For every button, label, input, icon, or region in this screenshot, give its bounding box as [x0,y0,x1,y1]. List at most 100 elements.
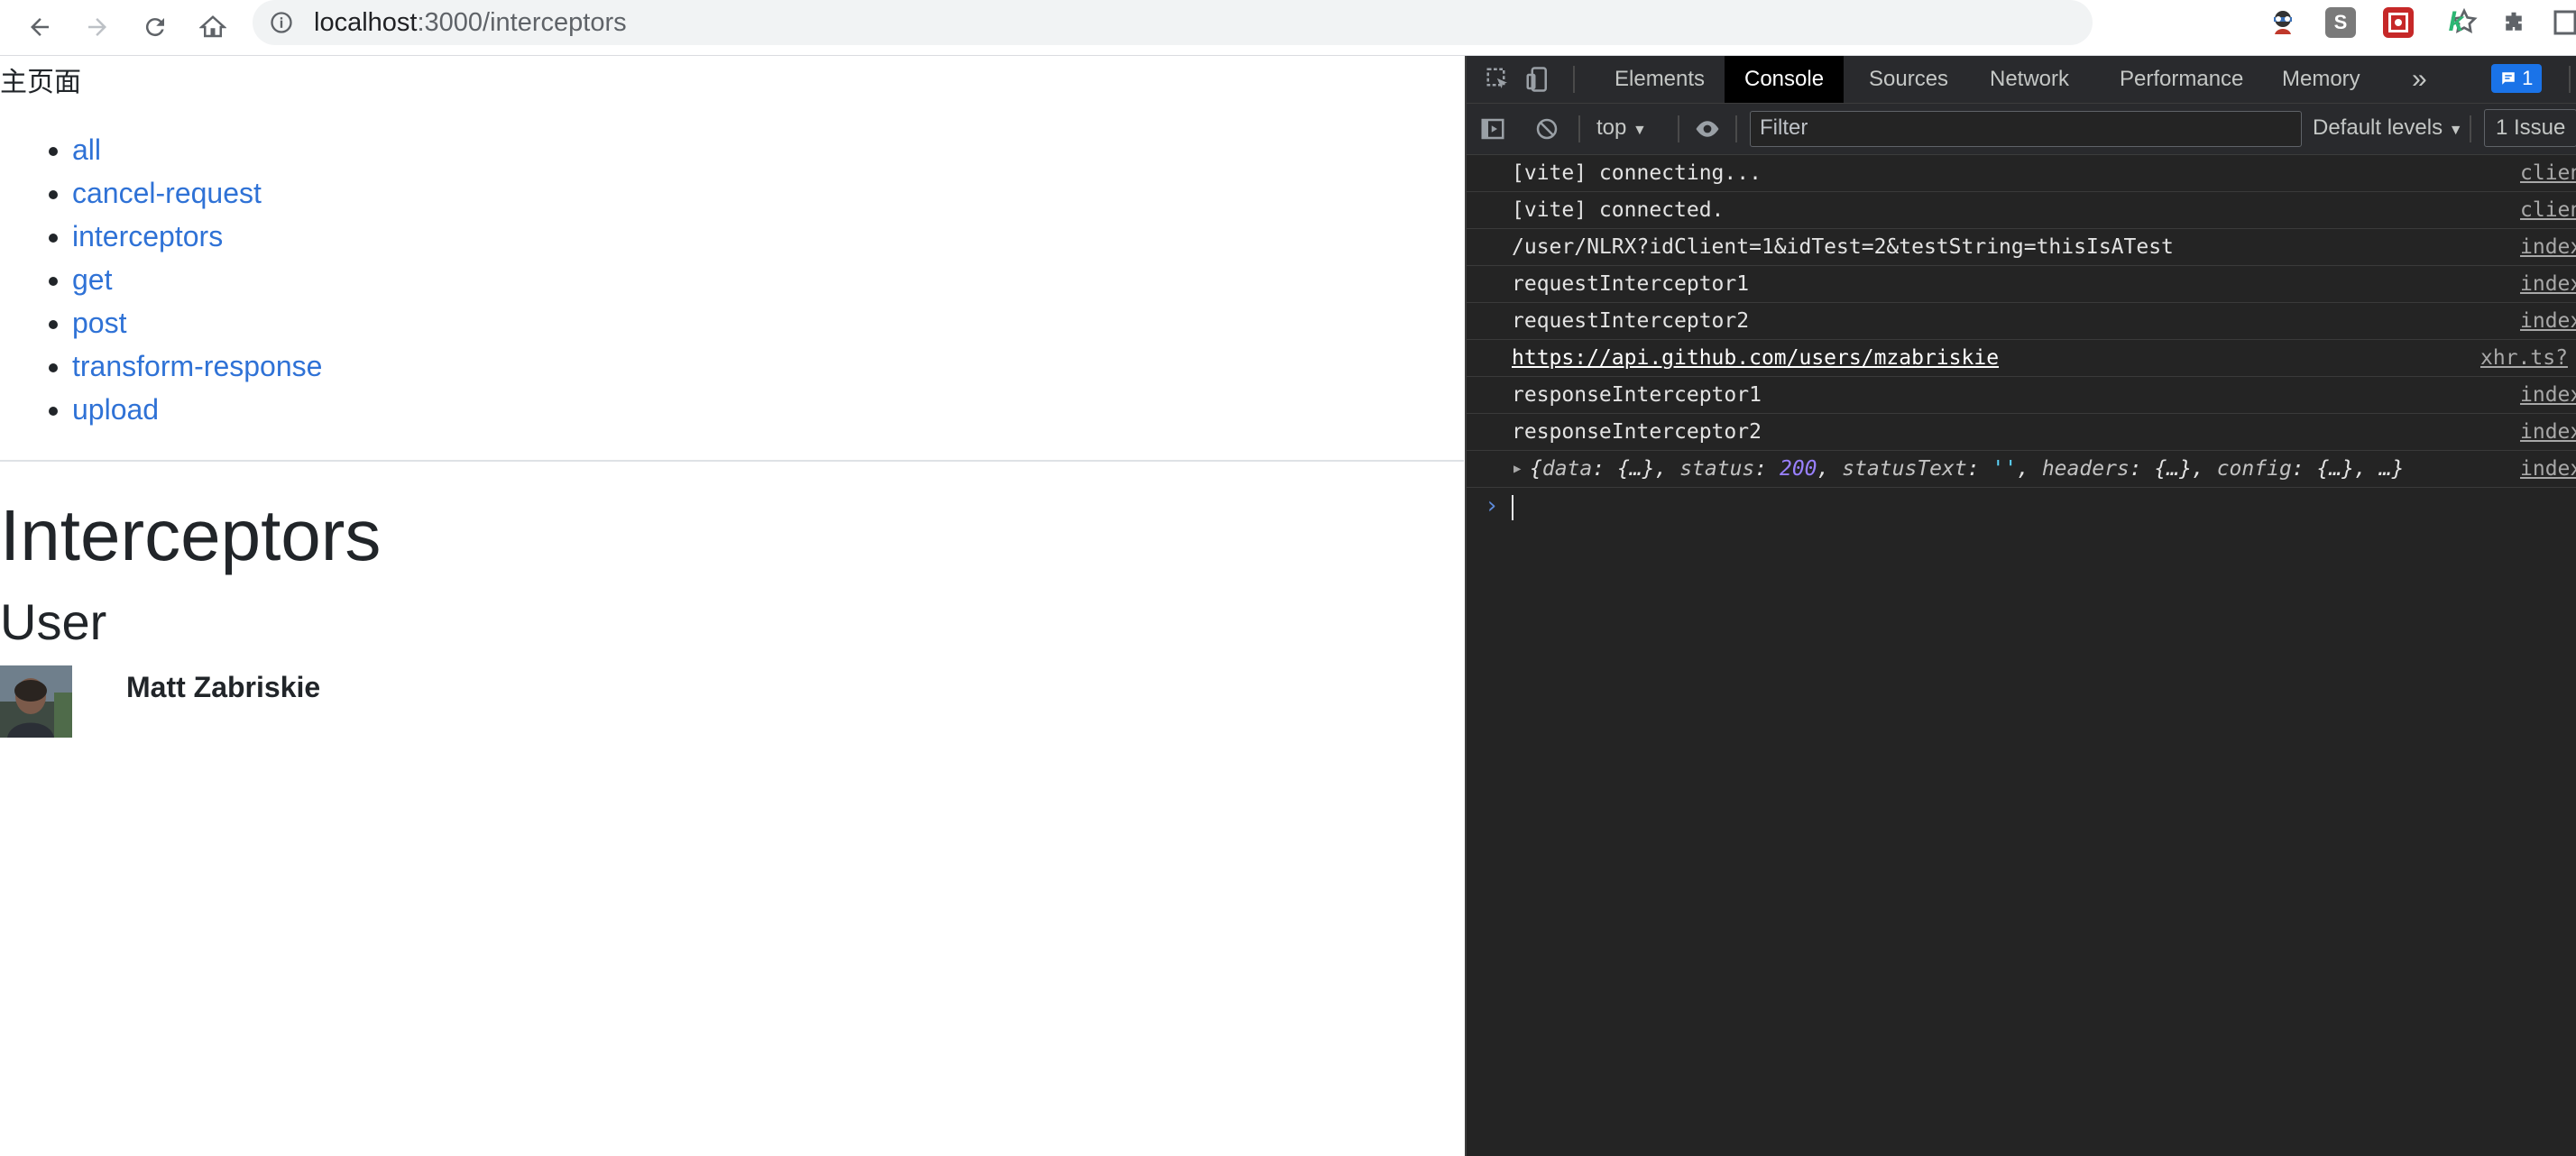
context-label: top [1596,115,1627,140]
log-source-link[interactable]: clien [2520,198,2576,222]
log-source-link[interactable]: index [2520,420,2576,444]
log-message: /user/NLRX?idClient=1&idTest=2&testStrin… [1512,235,2174,259]
side-panel-icon[interactable] [2553,7,2576,38]
tab-performance[interactable]: Performance [2100,56,2263,103]
nav-item-get: get [72,258,322,301]
log-levels-label: Default levels [2313,115,2443,140]
url-host: localhost [314,8,418,37]
object-preview[interactable]: {data: {…}, status: 200, statusText: '',… [1530,457,2404,481]
nav-link-upload[interactable]: upload [72,393,159,426]
tab-network[interactable]: Network [1970,56,2089,103]
tab-sources[interactable]: Sources [1849,56,1968,103]
messages-count: 1 [2522,67,2534,89]
tab-console[interactable]: Console [1725,56,1845,103]
console-log-row: responseInterceptor2 index [1467,414,2576,451]
extension-spy-icon[interactable] [2268,7,2298,38]
console-object-row[interactable]: ▶ {data: {…}, status: 200, statusText: '… [1467,451,2576,488]
arrow-right-icon [88,18,106,36]
tab-elements[interactable]: Elements [1595,56,1725,103]
log-source-link[interactable]: index [2520,383,2576,407]
nav-link-transform-response[interactable]: transform-response [72,350,322,382]
device-toolbar-icon[interactable] [1524,66,1551,93]
browser-toolbar: localhost:3000/interceptors S k [0,0,2576,56]
log-source-link[interactable]: index [2520,272,2576,296]
console-log-row: [vite] connected. clien [1467,192,2576,229]
info-icon[interactable] [269,10,294,35]
nav-item-post: post [72,301,322,344]
nav-link-post[interactable]: post [72,307,126,339]
url-text[interactable]: localhost:3000/interceptors [314,8,627,38]
devtools-panel: Elements Console Sources Network Perform… [1465,56,2576,1156]
console-log-row: responseInterceptor1 index [1467,377,2576,414]
log-levels-dropdown[interactable]: Default levels ▼ [2313,115,2463,141]
nav-link-interceptors[interactable]: interceptors [72,220,223,252]
extensions-puzzle-icon[interactable] [2498,7,2529,38]
messages-badge[interactable]: 1 [2491,64,2543,93]
log-source-link[interactable]: index [2520,309,2576,333]
console-log-row: https://api.github.com/users/mzabriskie … [1467,340,2576,377]
log-source-link[interactable]: xhr.ts? [2480,346,2568,370]
inspect-element-icon[interactable] [1485,66,1512,93]
log-message: responseInterceptor1 [1512,383,1762,407]
expand-triangle-icon[interactable]: ▶ [1513,462,1521,476]
nav-item-transform-response: transform-response [72,344,322,388]
toolbar-separator [1678,115,1679,142]
log-source-link[interactable]: index [2520,457,2576,481]
nav-item-all: all [72,128,322,171]
log-message: [vite] connected. [1512,198,1725,222]
context-selector[interactable]: top ▼ [1596,115,1647,141]
nav-item-interceptors: interceptors [72,215,322,258]
home-icon [199,15,226,38]
prompt-chevron-icon: › [1485,492,1499,519]
filter-input[interactable] [1751,112,2301,144]
home-button[interactable] [193,7,233,47]
log-url-link[interactable]: https://api.github.com/users/mzabriskie [1512,346,1999,370]
url-path: :3000/interceptors [417,8,627,37]
log-source-link[interactable]: clien [2520,161,2576,185]
route-nav-list: all cancel-request interceptors get post… [0,128,322,431]
dropdown-arrow-icon: ▼ [2448,123,2463,138]
console-filter[interactable] [1750,111,2302,147]
toolbar-separator [1735,115,1737,142]
log-message: requestInterceptor1 [1512,272,1750,296]
toolbar-separator [1578,115,1580,142]
log-message: responseInterceptor2 [1512,420,1762,444]
home-page-link[interactable]: 主页面 [0,60,81,99]
live-expression-eye-icon[interactable] [1692,115,1723,142]
extension-s-icon[interactable]: S [2325,7,2356,38]
reload-button[interactable] [135,7,175,47]
console-log-row: requestInterceptor1 index [1467,266,2576,303]
devtools-tab-bar: Elements Console Sources Network Perform… [1467,56,2576,104]
forward-button[interactable] [78,7,117,47]
nav-item-cancel-request: cancel-request [72,171,322,215]
message-icon [2502,72,2515,85]
issues-button[interactable]: 1 Issue [2484,109,2576,147]
extension-red-icon[interactable] [2383,7,2414,38]
sidebar-toggle-icon[interactable] [1479,115,1506,142]
reload-icon [145,18,164,37]
log-source-link[interactable]: index [2520,235,2576,259]
console-toolbar: top ▼ Default levels ▼ 1 Issue [1467,104,2576,155]
nav-link-get[interactable]: get [72,263,112,296]
back-button[interactable] [20,7,60,47]
tab-memory[interactable]: Memory [2262,56,2380,103]
horizontal-divider [0,460,1464,462]
extension-k-icon[interactable]: k [2441,7,2471,38]
dropdown-arrow-icon: ▼ [1633,123,1647,138]
page-title: Interceptors [0,495,382,575]
user-name: Matt Zabriskie [126,671,321,703]
console-log-row: /user/NLRX?idClient=1&idTest=2&testStrin… [1467,229,2576,266]
nav-link-cancel-request[interactable]: cancel-request [72,177,262,209]
clear-console-icon[interactable] [1533,115,1560,142]
text-cursor [1512,495,1513,520]
console-output: [vite] connecting... clien [vite] connec… [1467,155,2576,524]
log-message: requestInterceptor2 [1512,309,1750,333]
address-bar[interactable]: localhost:3000/interceptors [253,0,2478,45]
status-text-value: '' [1992,457,2018,481]
console-prompt[interactable]: › [1467,488,2576,524]
nav-item-upload: upload [72,388,322,431]
more-tabs-button[interactable]: » [2392,56,2447,103]
console-log-row: requestInterceptor2 index [1467,303,2576,340]
console-log-row: [vite] connecting... clien [1467,155,2576,192]
nav-link-all[interactable]: all [72,133,101,166]
